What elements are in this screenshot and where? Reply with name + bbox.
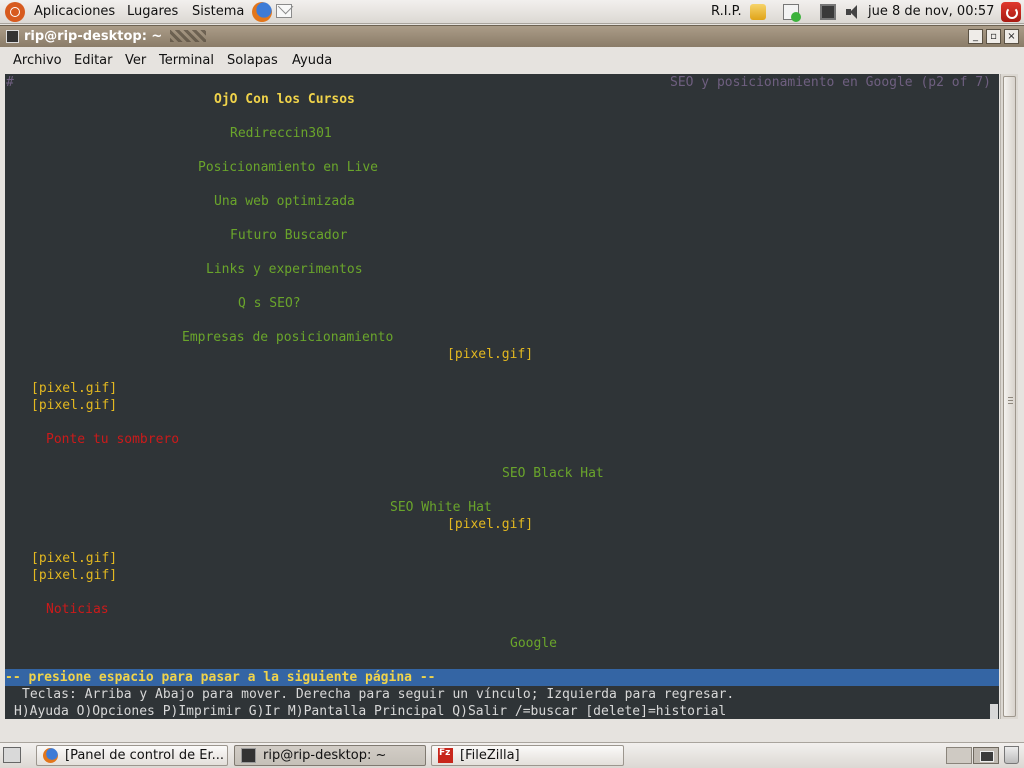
help-commands: H)Ayuda O)Opciones P)Imprimir G)Ir M)Pan…	[14, 704, 727, 719]
link-links-experimentos[interactable]: Links y experimentos	[206, 261, 363, 278]
menu-ver[interactable]: Ver	[125, 53, 146, 68]
scrollbar[interactable]	[1000, 74, 1018, 719]
workspace-1[interactable]	[946, 747, 972, 764]
link-web-optimizada[interactable]: Una web optimizada	[214, 193, 355, 210]
image-placeholder: [pixel.gif]	[447, 517, 534, 532]
monitor-icon[interactable]	[820, 4, 836, 20]
terminal-area[interactable]: # SEO y posicionamiento en Google (p2 of…	[5, 74, 999, 719]
corner-mark: #	[6, 75, 14, 90]
menu-terminal[interactable]: Terminal	[159, 53, 214, 68]
menu-lugares[interactable]: Lugares	[127, 4, 178, 19]
link-empresas-posicionamiento[interactable]: Empresas de posicionamiento	[182, 329, 393, 346]
status-message: -- presione espacio para pasar a la sigu…	[5, 670, 436, 685]
firefox-icon	[43, 748, 58, 763]
taskbar-item-firefox[interactable]: [Panel de control de Er...	[36, 745, 228, 766]
network-status-icon[interactable]	[783, 4, 801, 22]
filezilla-icon	[438, 748, 453, 763]
link-que-es-seo[interactable]: Q s SEO?	[238, 295, 301, 312]
minimize-button[interactable]: _	[968, 29, 983, 44]
taskbar-item-label: [FileZilla]	[460, 748, 520, 763]
title-decoration	[170, 30, 206, 42]
firefox-launcher-icon[interactable]	[252, 2, 272, 22]
trash-icon[interactable]	[1004, 746, 1019, 764]
maximize-button[interactable]: ▫	[986, 29, 1001, 44]
mail-launcher-icon[interactable]	[276, 4, 292, 18]
taskbar-item-label: rip@rip-desktop: ~	[263, 748, 387, 763]
help-keys: Teclas: Arriba y Abajo para mover. Derec…	[22, 687, 735, 702]
scroll-thumb[interactable]	[1003, 76, 1016, 717]
scroll-grip	[1008, 397, 1013, 406]
status-bar: -- presione espacio para pasar a la sigu…	[5, 669, 999, 686]
image-placeholder: [pixel.gif]	[447, 347, 534, 362]
menu-ayuda[interactable]: Ayuda	[292, 53, 332, 68]
taskbar-item-label: [Panel de control de Er...	[65, 748, 224, 763]
link-seo-black-hat[interactable]: SEO Black Hat	[502, 465, 604, 482]
rip-tray-icon[interactable]	[750, 4, 766, 20]
menu-solapas[interactable]: Solapas	[227, 53, 278, 68]
image-placeholder: [pixel.gif]	[31, 568, 118, 583]
page-header: SEO y posicionamiento en Google (p2 of 7…	[670, 75, 991, 90]
link-redireccion301[interactable]: Redireccin301	[230, 125, 332, 142]
terminal-app-icon[interactable]	[6, 30, 19, 43]
window-title: rip@rip-desktop: ~	[24, 29, 163, 44]
link-ojo-cursos[interactable]: OjO Con los Cursos	[214, 91, 355, 108]
show-desktop-button[interactable]	[3, 747, 21, 763]
link-google[interactable]: Google	[510, 635, 557, 652]
tray-label: R.I.P.	[711, 4, 742, 19]
image-placeholder: [pixel.gif]	[31, 398, 118, 413]
link-futuro-buscador[interactable]: Futuro Buscador	[230, 227, 347, 244]
heading-noticias: Noticias	[46, 602, 109, 617]
terminal-icon	[241, 748, 256, 763]
text-cursor	[990, 704, 998, 719]
clock[interactable]: jue 8 de nov, 00:57	[868, 4, 994, 19]
menu-bar: Archivo Editar Ver Terminal Solapas Ayud…	[0, 47, 1024, 73]
link-posicionamiento-live[interactable]: Posicionamiento en Live	[198, 159, 378, 176]
top-panel: Aplicaciones Lugares Sistema R.I.P. jue …	[0, 0, 1024, 24]
ubuntu-logo-icon[interactable]	[5, 2, 25, 22]
workspace-2[interactable]	[973, 747, 999, 764]
image-placeholder: [pixel.gif]	[31, 381, 118, 396]
power-button[interactable]	[1001, 2, 1021, 22]
close-button[interactable]: ×	[1004, 29, 1019, 44]
menu-sistema[interactable]: Sistema	[192, 4, 244, 19]
menu-aplicaciones[interactable]: Aplicaciones	[34, 4, 115, 19]
menu-editar[interactable]: Editar	[74, 53, 113, 68]
volume-icon[interactable]	[845, 4, 863, 20]
bottom-panel: [Panel de control de Er... rip@rip-deskt…	[0, 742, 1024, 768]
heading-ponte-sombrero: Ponte tu sombrero	[46, 432, 180, 447]
image-placeholder: [pixel.gif]	[31, 551, 118, 566]
terminal-window: rip@rip-desktop: ~ _ ▫ × Archivo Editar …	[0, 25, 1024, 741]
menu-archivo[interactable]: Archivo	[13, 53, 62, 68]
title-bar[interactable]: rip@rip-desktop: ~ _ ▫ ×	[0, 25, 1024, 47]
link-seo-white-hat[interactable]: SEO White Hat	[390, 499, 492, 516]
taskbar-item-filezilla[interactable]: [FileZilla]	[431, 745, 624, 766]
taskbar-item-terminal[interactable]: rip@rip-desktop: ~	[234, 745, 426, 766]
